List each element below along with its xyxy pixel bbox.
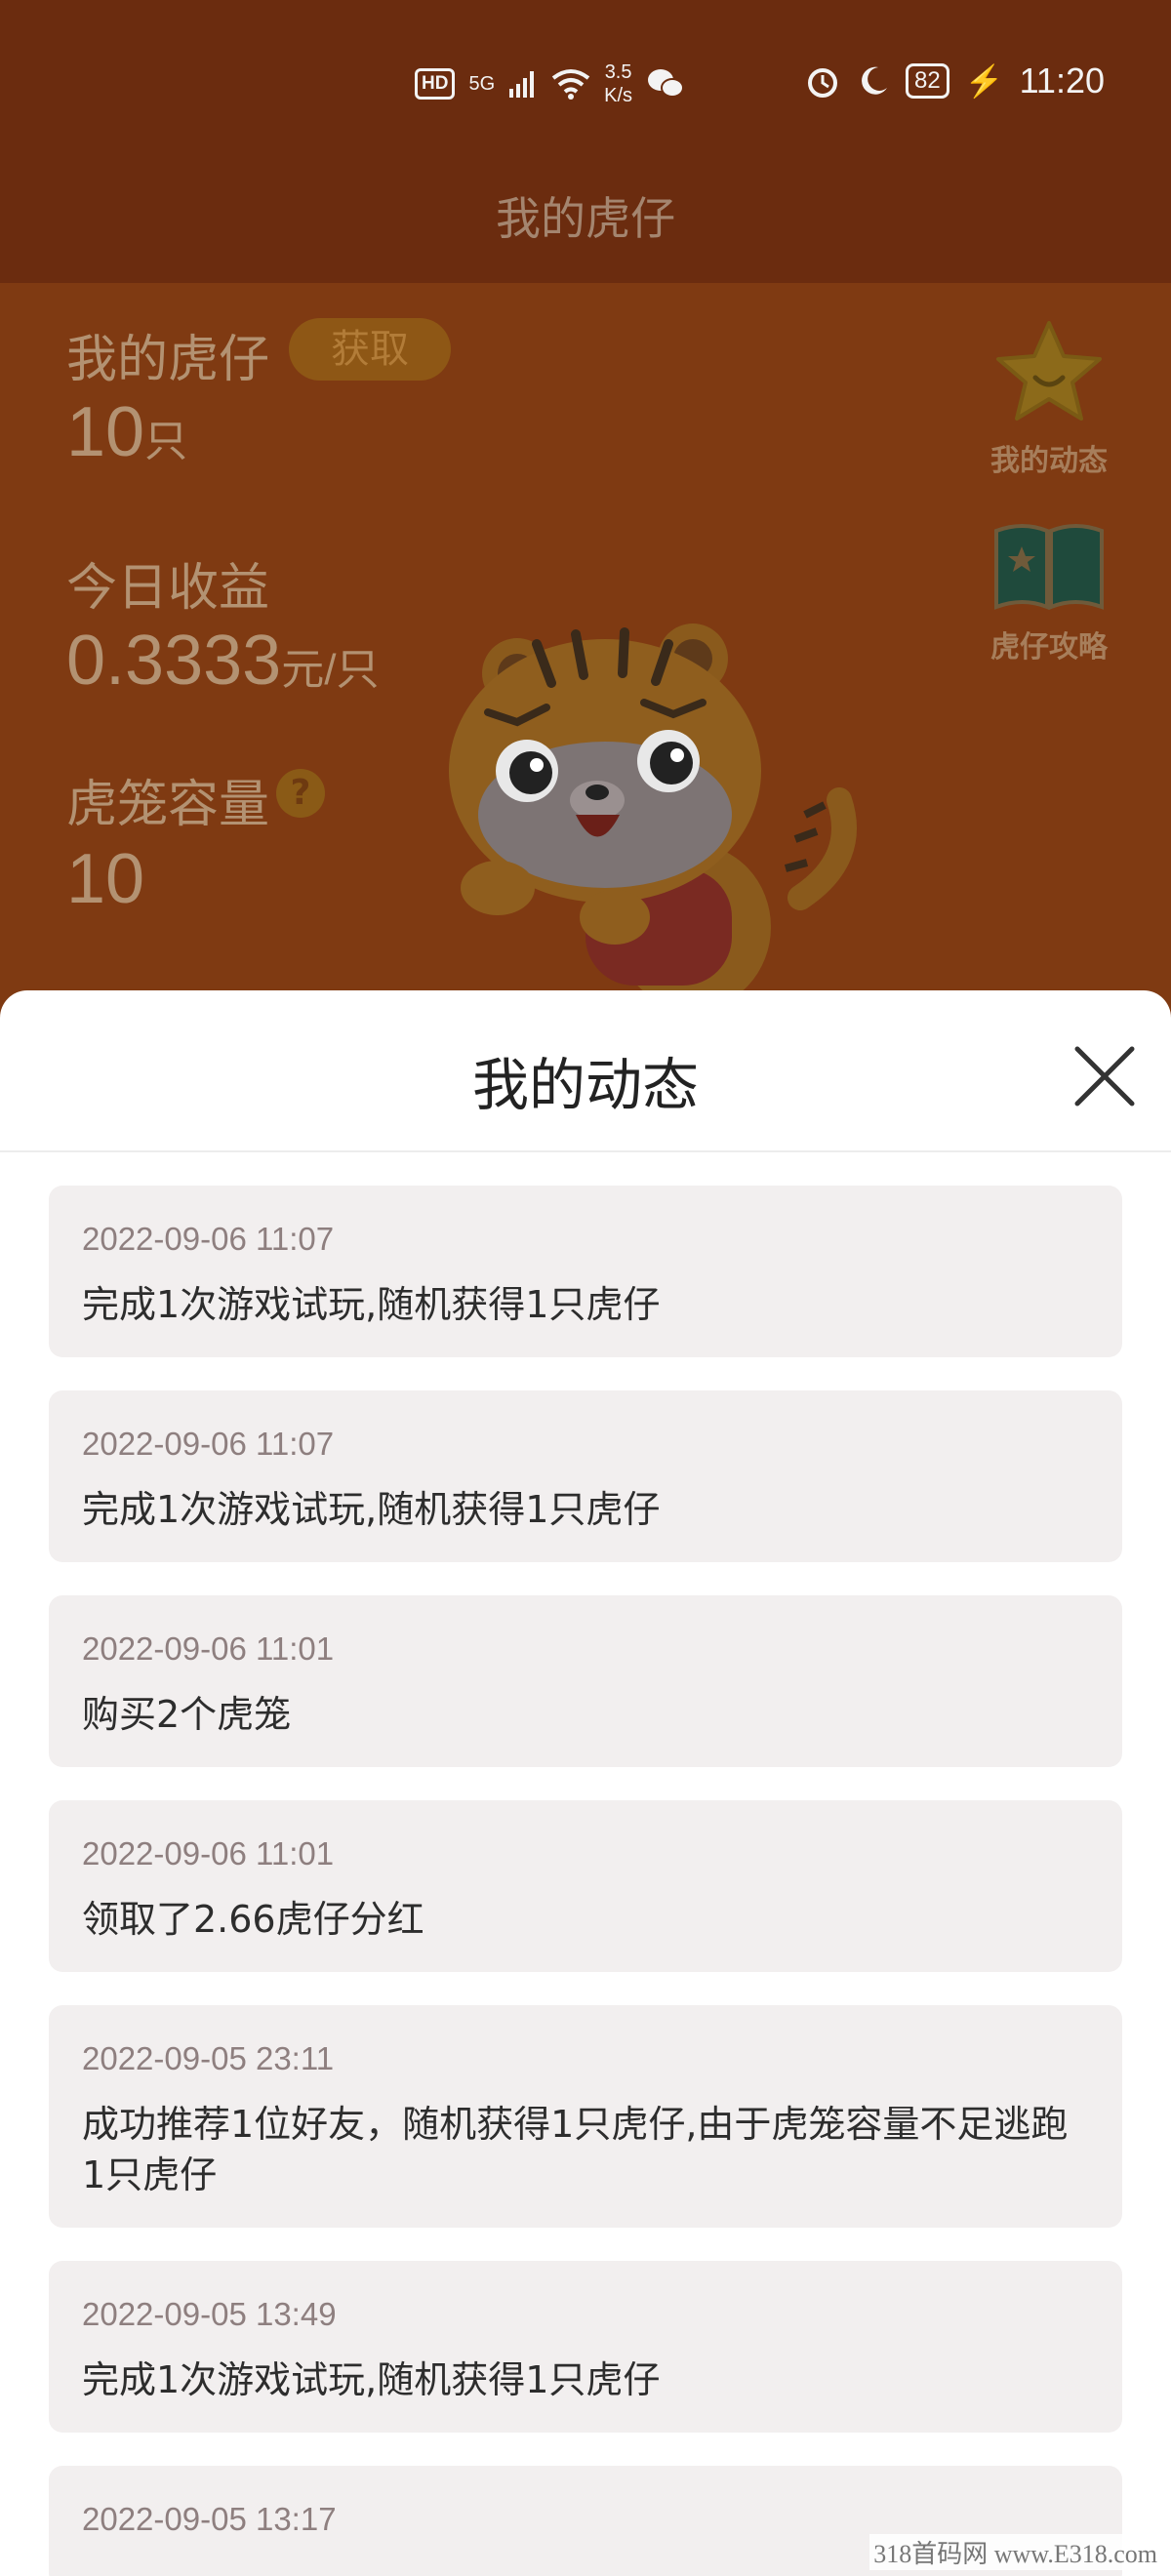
hd-icon: HD xyxy=(415,68,456,100)
status-right: 82 ⚡ 11:20 xyxy=(804,60,1105,101)
activity-text: 完成1次游戏试玩,随机获得1只虎仔 xyxy=(82,1488,661,1531)
list-item: 2022-09-05 13:49 完成1次游戏试玩,随机获得1只虎仔 xyxy=(49,2261,1122,2433)
tiger-mascot-illustration xyxy=(449,624,857,1010)
activity-time: 2022-09-05 13:17 xyxy=(82,2501,337,2537)
status-left: HD 5G 3.5 K/s xyxy=(415,60,685,107)
tiger-count: 10只 xyxy=(66,392,187,472)
today-income-label: 今日收益 xyxy=(66,559,270,618)
activity-time: 2022-09-06 11:01 xyxy=(82,1835,335,1872)
alarm-icon xyxy=(808,68,838,98)
today-income: 0.3333元/只 xyxy=(66,621,379,701)
activity-text: 成功推荐1位好友，随机获得1只虎仔,由于虎笼容量不足逃跑1只虎仔 xyxy=(82,2103,1069,2196)
list-item: 2022-09-06 11:01 领取了2.66虎仔分红 xyxy=(49,1800,1122,1972)
list-item: 2022-09-06 11:07 完成1次游戏试玩,随机获得1只虎仔 xyxy=(49,1186,1122,1357)
tiger-count-value: 10 xyxy=(66,393,145,471)
activity-text: 购买2个虎笼 xyxy=(82,1693,292,1736)
wifi-icon xyxy=(551,69,590,100)
sheet-title: 我的动态 xyxy=(471,1052,699,1118)
network-5g-icon: 5G xyxy=(468,73,496,95)
activity-text: 领取了2.66虎仔分红 xyxy=(82,1898,424,1941)
cage-capacity-label: 虎笼容量 xyxy=(66,776,270,834)
tiger-stats-panel: 我的虎仔 获取 10只 今日收益 0.3333元/只 虎笼容量 ? 10 我的动… xyxy=(0,283,1171,1025)
network-speed: 3.5 K/s xyxy=(604,60,632,107)
activity-time: 2022-09-06 11:07 xyxy=(82,1221,335,1257)
activity-time: 2022-09-05 23:11 xyxy=(82,2040,335,2076)
charging-icon: ⚡ xyxy=(964,63,1004,99)
top-nav-bar: 我的虎仔 xyxy=(0,146,1171,283)
wechat-icon xyxy=(648,69,685,98)
book-icon xyxy=(994,524,1104,610)
star-icon xyxy=(996,321,1102,421)
clock-time: 11:20 xyxy=(1019,60,1105,101)
speed-value: 3.5 xyxy=(604,61,632,83)
get-tiger-button[interactable]: 获取 xyxy=(289,318,451,381)
tiger-guide-label: 虎仔攻略 xyxy=(990,630,1108,664)
close-icon[interactable] xyxy=(1068,1039,1142,1113)
watermark: 318首码网 www.E318.com xyxy=(869,2534,1161,2570)
battery-level: 82 xyxy=(906,63,949,99)
my-activity-button[interactable]: 我的动态 xyxy=(976,317,1122,479)
activity-text: 完成1次游戏试玩,随机获得1只虎仔 xyxy=(82,1283,661,1326)
cage-capacity-value: 10 xyxy=(66,840,145,918)
tiger-count-unit: 只 xyxy=(144,418,188,465)
activity-text: 完成1次游戏试玩,随机获得1只虎仔 xyxy=(82,2358,661,2401)
list-item: 2022-09-06 11:07 完成1次游戏试玩,随机获得1只虎仔 xyxy=(49,1390,1122,1562)
tiger-guide-button[interactable]: 虎仔攻略 xyxy=(976,517,1122,665)
sheet-header: 我的动态 xyxy=(0,990,1171,1152)
activity-time: 2022-09-06 11:01 xyxy=(82,1630,335,1667)
status-bar: HD 5G 3.5 K/s 82 ⚡ 11:20 xyxy=(0,0,1171,146)
moon-icon xyxy=(862,66,888,95)
help-icon[interactable]: ? xyxy=(276,769,325,818)
my-activity-sheet: 我的动态 2022-09-06 11:07 完成1次游戏试玩,随机获得1只虎仔 … xyxy=(0,990,1171,2576)
activity-time: 2022-09-06 11:07 xyxy=(82,1426,335,1462)
list-item: 2022-09-06 11:01 购买2个虎笼 xyxy=(49,1595,1122,1767)
page-title: 我的虎仔 xyxy=(496,192,675,245)
activity-time: 2022-09-05 13:49 xyxy=(82,2296,337,2332)
signal-icon xyxy=(509,71,535,98)
my-activity-label: 我的动态 xyxy=(990,444,1108,478)
speed-unit: K/s xyxy=(604,85,633,106)
activity-list: 2022-09-06 11:07 完成1次游戏试玩,随机获得1只虎仔 2022-… xyxy=(49,1186,1122,2576)
today-income-unit: 元/只 xyxy=(281,646,380,694)
list-item: 2022-09-05 23:11 成功推荐1位好友，随机获得1只虎仔,由于虎笼容… xyxy=(49,2005,1122,2228)
today-income-value: 0.3333 xyxy=(66,622,282,700)
my-tigers-label: 我的虎仔 xyxy=(66,331,270,389)
